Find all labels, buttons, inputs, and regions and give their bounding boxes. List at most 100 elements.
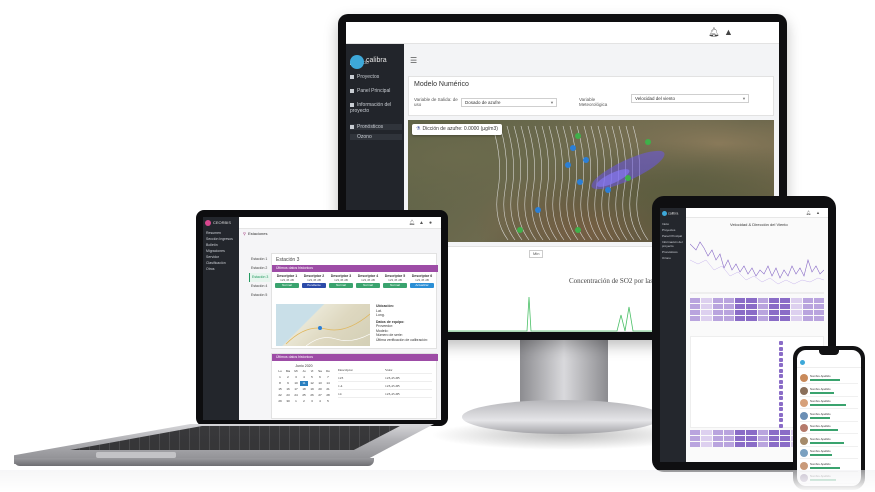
calendar-day[interactable]: 25 (300, 393, 308, 398)
list-item-name: Nombre Apellido (810, 449, 831, 453)
calendar-day[interactable]: 19 (308, 387, 316, 392)
bell-icon[interactable]: 🔔︎ (806, 210, 811, 215)
status-button[interactable]: Normal (329, 283, 353, 288)
status-button[interactable]: Actualizar (410, 283, 434, 288)
calendar-day[interactable]: 10 (292, 381, 300, 386)
bell-icon[interactable]: 🔔︎ (409, 220, 415, 226)
sidebar-item-panel[interactable]: Panel Principal (350, 88, 402, 94)
sidebar-item-servidor[interactable]: Servidor (206, 255, 238, 259)
sidebar-item-inicio[interactable]: Inicio (662, 222, 685, 226)
sidebar-item-informacion[interactable]: Información del proyecto (350, 102, 402, 114)
sidebar-item-pronosticos[interactable]: Pronósticos (350, 124, 402, 130)
station-item-active[interactable]: Estación 3 (249, 273, 271, 282)
top-bar: 🔔︎ ▲ (346, 22, 779, 44)
sidebar-item-ozono[interactable]: Ozono (662, 256, 685, 260)
calendar-day[interactable]: 4 (300, 375, 308, 380)
sidebar-item-boletin[interactable]: Bolletín (206, 243, 238, 247)
calendar-weekday: Vi (310, 369, 314, 373)
status-button[interactable]: Normal (356, 283, 380, 288)
list-item[interactable]: Nombre Apellido (800, 372, 858, 384)
heatmap-cell (802, 316, 813, 321)
menu-icon[interactable]: ☰ (410, 56, 417, 65)
calendar-day[interactable]: 8 (276, 381, 284, 386)
calendar-day[interactable]: 26 (308, 393, 316, 398)
sidebar-item-ingresos[interactable]: Sección Ingresos (206, 237, 238, 241)
heatmap-cell (690, 310, 701, 315)
calendar-day[interactable]: 3 (308, 399, 316, 404)
calendar-day[interactable]: 13 (316, 381, 324, 386)
laptop-front-edge (14, 458, 374, 466)
list-item-name: Nombre Apellido (810, 386, 831, 391)
avatar[interactable]: ● (429, 220, 432, 226)
calendar-day[interactable]: 4 (316, 399, 324, 404)
calendar-day[interactable]: 29 (276, 399, 284, 404)
list-item[interactable]: Nombre Apellido (800, 422, 858, 434)
calendar-day[interactable]: 9 (284, 381, 292, 386)
met-select[interactable]: Velocidad del viento ▼ (631, 94, 749, 103)
heatmap-cell (712, 442, 723, 447)
calendar-day[interactable]: 18 (300, 387, 308, 392)
heatmap-cell (701, 442, 712, 447)
sidebar-item-resumen[interactable]: Resumen (206, 231, 238, 235)
calendar-day[interactable]: 14 (324, 381, 332, 386)
calendar-day[interactable]: 15 (276, 387, 284, 392)
station-item[interactable]: Estación 1 (249, 255, 271, 264)
status-button[interactable]: Normal (383, 283, 407, 288)
list-item[interactable]: Nombre Apellido (800, 447, 858, 459)
calendar-day[interactable]: 20 (316, 387, 324, 392)
warning-icon[interactable]: ▲ (724, 27, 733, 37)
heatmap-cell (768, 442, 779, 447)
sidebar-item-ozono[interactable]: Ozono (350, 134, 402, 140)
calendar-day[interactable]: 22 (276, 393, 284, 398)
calendar-day[interactable]: 28 (324, 393, 332, 398)
calendar-day[interactable]: 12 (308, 381, 316, 386)
heatmap-cell (813, 304, 824, 309)
calendar-day[interactable]: 23 (284, 393, 292, 398)
calendar-day[interactable]: 17 (292, 387, 300, 392)
calendar-day[interactable]: 16 (284, 387, 292, 392)
list-item[interactable]: Nombre Apellido (800, 410, 858, 422)
calendar-day[interactable]: 2 (284, 375, 292, 380)
status-button[interactable]: Normal (275, 283, 299, 288)
calendar-day[interactable]: 5 (308, 375, 316, 380)
calendar-day[interactable]: 24 (292, 393, 300, 398)
station-map[interactable] (276, 304, 370, 346)
warning-icon[interactable]: ▲ (419, 220, 424, 226)
calendar-day[interactable]: 1 (292, 399, 300, 404)
bell-icon[interactable]: 🔔︎ (708, 27, 719, 38)
heatmap-cell (701, 436, 712, 441)
variable-select[interactable]: Dosado de azufre ▼ (461, 98, 557, 107)
calendar-day[interactable]: 30 (284, 399, 292, 404)
calendar-day[interactable]: 7 (324, 375, 332, 380)
list-item[interactable]: Nombre Apellido (800, 385, 858, 397)
station-item[interactable]: Estación 5 (249, 291, 271, 300)
sidebar-item-migraciones[interactable]: Migraciones (206, 249, 238, 253)
calendar-day[interactable]: 21 (324, 387, 332, 392)
list-item[interactable]: Nombre Apellido (800, 435, 858, 447)
calendar-day[interactable]: 2 (300, 399, 308, 404)
sidebar-item-panel[interactable]: Panel Principal (662, 234, 685, 238)
sidebar-item-proyectos[interactable]: Proyectos (350, 74, 402, 80)
sidebar-item-pronosticos[interactable]: Pronósticos (662, 250, 685, 254)
calendar-day[interactable]: 1 (276, 375, 284, 380)
calendar-day[interactable]: 6 (316, 375, 324, 380)
calendar-day[interactable]: 5 (324, 399, 332, 404)
station-item[interactable]: Estación 2 (249, 264, 271, 273)
list-item[interactable]: Nombre Apellido (800, 397, 858, 409)
status-button[interactable]: Pendiente (302, 283, 326, 288)
sidebar-item-otros[interactable]: Otros (206, 267, 238, 271)
progress-bar (810, 441, 844, 444)
sidebar-item-informacion[interactable]: Información del proyecto (662, 240, 685, 248)
date-picker[interactable]: Junio 2020 Lu Ma Mi Ju Vi Sa Do 1 2 3 4 5 6 7 8 9 10 11 12… (276, 364, 332, 404)
calendar-day[interactable]: 3 (292, 375, 300, 380)
progress-bar (810, 466, 840, 469)
sidebar-item-proyectos[interactable]: Proyectos (662, 228, 685, 232)
calendar-day[interactable]: 11 (300, 381, 308, 386)
warning-icon[interactable]: ▲ (816, 210, 820, 215)
heatmap-cell (757, 316, 768, 321)
sidebar-item-clasificacion[interactable]: Clasificación (206, 261, 238, 265)
calendar-day[interactable]: 27 (316, 393, 324, 398)
avatar (800, 449, 808, 457)
heatmap-cell (780, 304, 791, 309)
station-item[interactable]: Estación 4 (249, 282, 271, 291)
